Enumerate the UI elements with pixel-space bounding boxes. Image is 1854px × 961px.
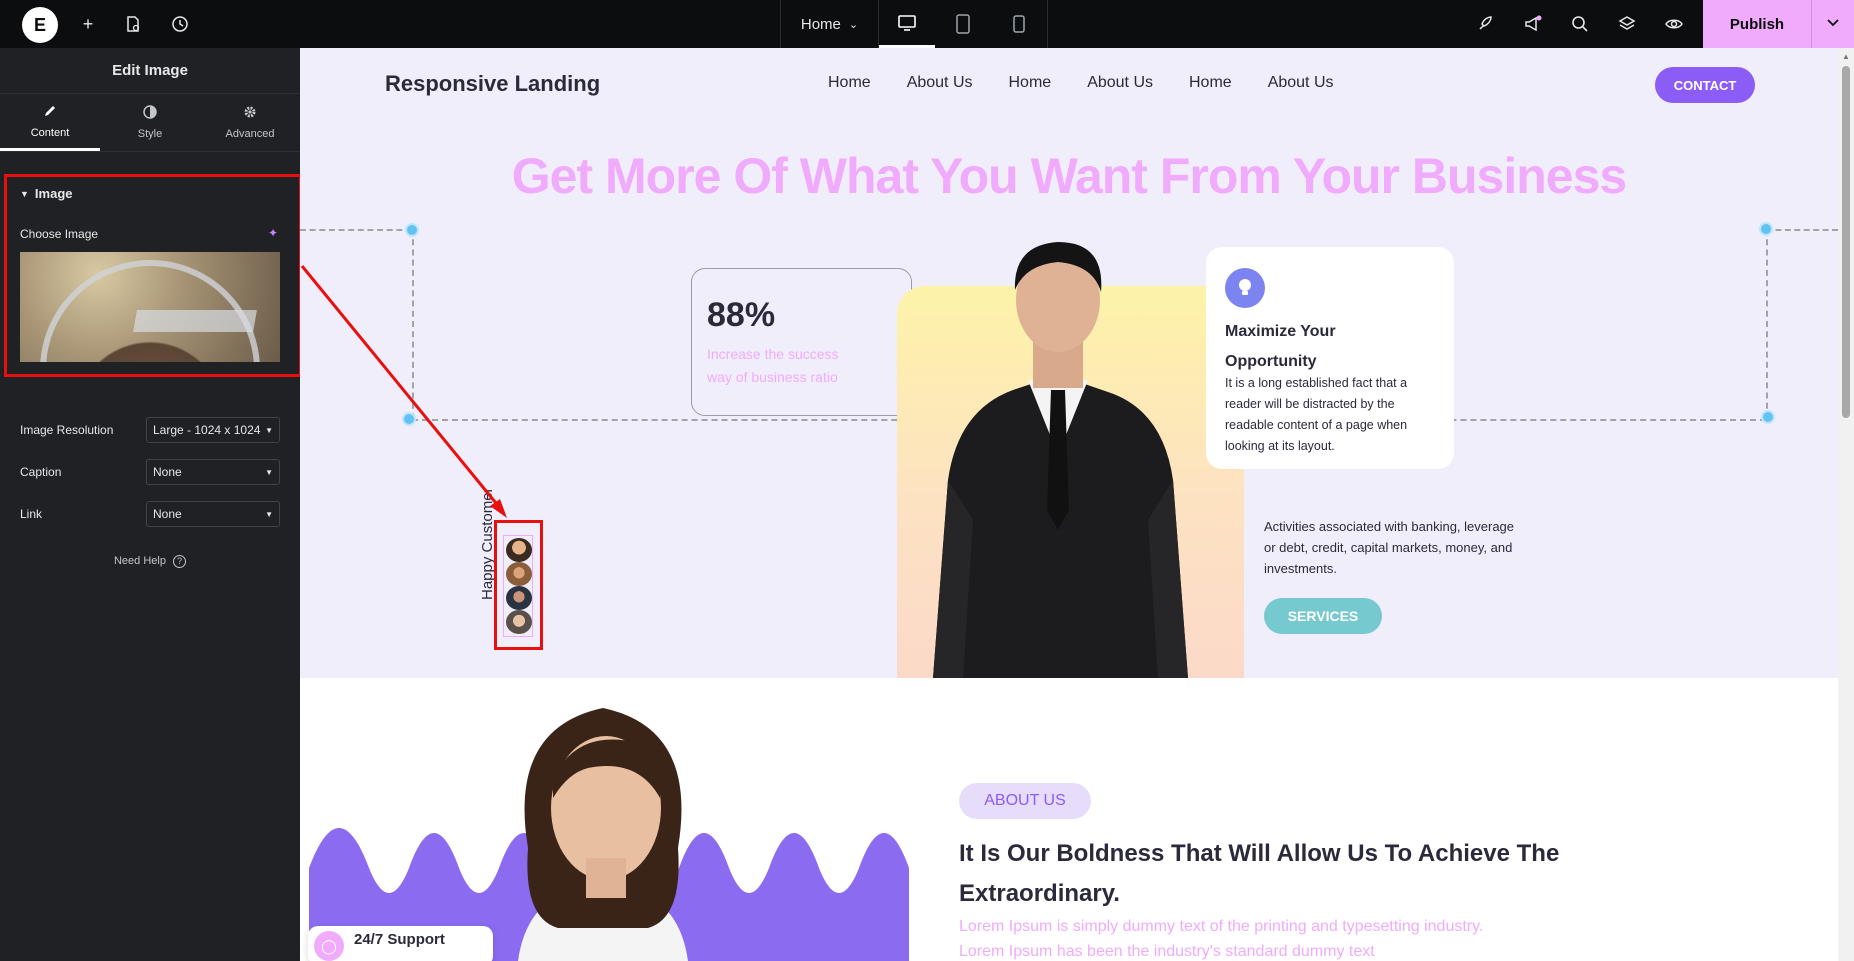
select-value: None <box>153 465 182 479</box>
canvas-scrollbar[interactable]: ▲ <box>1838 48 1854 961</box>
field-label: Image Resolution <box>20 423 114 437</box>
history-icon[interactable] <box>168 12 192 36</box>
need-help-link[interactable]: Need Help ? <box>0 555 300 568</box>
preview-icon[interactable] <box>1662 12 1686 36</box>
tab-label: Advanced <box>225 128 275 140</box>
help-icon: ? <box>173 555 187 568</box>
pencil-icon <box>43 104 57 121</box>
site-nav: Home About Us Home About Us Home About U… <box>828 74 1370 92</box>
page-name: Home <box>800 15 841 33</box>
tab-label: Style <box>137 128 163 140</box>
elementor-logo-icon[interactable]: E <box>22 7 58 43</box>
publish-options-button[interactable] <box>1811 0 1854 48</box>
support-badge: ◯ 24/7 Support <box>308 926 493 961</box>
businessman-image[interactable] <box>893 220 1223 678</box>
topbar-center: Home ⌄ <box>780 0 1048 48</box>
tab-style[interactable]: Style <box>100 94 200 151</box>
tab-advanced[interactable]: Advanced <box>200 94 300 151</box>
info-card: Maximize Your Opportunity It is a long e… <box>1206 247 1454 469</box>
services-button[interactable]: SERVICES <box>1264 598 1382 634</box>
nav-item-home[interactable]: Home <box>828 74 871 92</box>
hero-headline: Get More Of What You Want From Your Busi… <box>511 148 1627 204</box>
about-us-badge: ABOUT US <box>959 783 1091 819</box>
nav-item-about[interactable]: About Us <box>1087 74 1153 92</box>
field-label: Link <box>20 507 43 521</box>
search-icon[interactable] <box>1568 12 1592 36</box>
woman-portrait-image[interactable] <box>488 688 718 961</box>
image-resolution-select[interactable]: Large - 1024 x 1024 ▼ <box>146 417 280 443</box>
need-help-label: Need Help <box>113 555 166 567</box>
nav-item-about[interactable]: About Us <box>907 74 973 92</box>
support-label: 24/7 Support <box>354 931 445 948</box>
tablet-icon[interactable] <box>935 0 991 48</box>
edit-panel: Edit Image Content Style Advanced ▼ Imag… <box>0 48 302 961</box>
nav-item-home[interactable]: Home <box>1189 74 1232 92</box>
stat-text: Increase the success way of business rat… <box>707 346 839 385</box>
caret-down-icon: ▼ <box>265 425 273 435</box>
panel-tabs: Content Style Advanced <box>0 94 300 152</box>
chevron-down-icon <box>1826 15 1840 33</box>
select-value: None <box>153 507 182 521</box>
about-title: It Is Our Boldness That Will Allow Us To… <box>959 840 1560 907</box>
caption-row: Caption None ▼ <box>20 459 280 485</box>
page-selector[interactable]: Home ⌄ <box>781 0 879 48</box>
editor-topbar: E + Home ⌄ Publish <box>0 0 1854 48</box>
info-card-title: Maximize Your Opportunity <box>1225 323 1336 370</box>
resize-handle[interactable] <box>1759 222 1773 236</box>
info-card-body: It is a long established fact that a rea… <box>1225 376 1408 453</box>
site-brand[interactable]: Responsive Landing <box>385 71 600 97</box>
activities-text: Activities associated with banking, leve… <box>1264 519 1515 576</box>
stat-card: 88% Increase the success way of business… <box>691 268 912 416</box>
chevron-down-icon: ⌄ <box>848 18 859 31</box>
contact-button[interactable]: CONTACT <box>1655 67 1755 103</box>
caret-down-icon: ▼ <box>265 509 273 519</box>
nav-item-home[interactable]: Home <box>1009 74 1052 92</box>
selection-dashed-line <box>412 229 414 419</box>
panel-title: Edit Image <box>0 48 300 94</box>
selection-dashed-line <box>300 229 412 231</box>
rocket-icon[interactable] <box>1473 12 1497 36</box>
lightbulb-icon <box>1225 268 1265 308</box>
mobile-icon[interactable] <box>991 0 1047 48</box>
headset-icon: ◯ <box>314 931 344 961</box>
hero-section: Responsive Landing Home About Us Home Ab… <box>300 48 1838 678</box>
half-circle-icon <box>143 105 157 122</box>
selection-dashed-line <box>1766 229 1838 231</box>
stat-value: 88% <box>707 296 776 334</box>
resize-handle[interactable] <box>1761 410 1775 424</box>
page-settings-icon[interactable] <box>121 12 145 36</box>
scrollbar-thumb[interactable] <box>1842 66 1850 418</box>
resize-handle[interactable] <box>402 412 416 426</box>
about-text: Lorem Ipsum is simply dummy text of the … <box>959 918 1484 960</box>
preview-canvas: Responsive Landing Home About Us Home Ab… <box>300 48 1838 961</box>
desktop-icon[interactable] <box>879 0 935 48</box>
annotation-highlight-box <box>4 174 302 377</box>
selection-dashed-line <box>1766 229 1768 419</box>
add-icon[interactable]: + <box>76 12 100 36</box>
image-resolution-row: Image Resolution Large - 1024 x 1024 ▼ <box>20 417 280 443</box>
annotation-highlight-box <box>494 520 543 650</box>
gear-icon <box>243 105 257 122</box>
scroll-up-icon[interactable]: ▲ <box>1842 52 1850 61</box>
caret-down-icon: ▼ <box>265 467 273 477</box>
publish-button[interactable]: Publish <box>1703 0 1811 48</box>
layers-icon[interactable] <box>1615 12 1639 36</box>
tab-content[interactable]: Content <box>0 94 100 151</box>
nav-item-about[interactable]: About Us <box>1268 74 1334 92</box>
tab-label: Content <box>30 126 70 139</box>
announcements-icon[interactable] <box>1521 12 1545 36</box>
select-value: Large - 1024 x 1024 <box>153 423 261 437</box>
field-label: Caption <box>20 465 62 479</box>
resize-handle[interactable] <box>405 223 419 237</box>
link-row: Link None ▼ <box>20 501 280 527</box>
caption-select[interactable]: None ▼ <box>146 459 280 485</box>
link-select[interactable]: None ▼ <box>146 501 280 527</box>
